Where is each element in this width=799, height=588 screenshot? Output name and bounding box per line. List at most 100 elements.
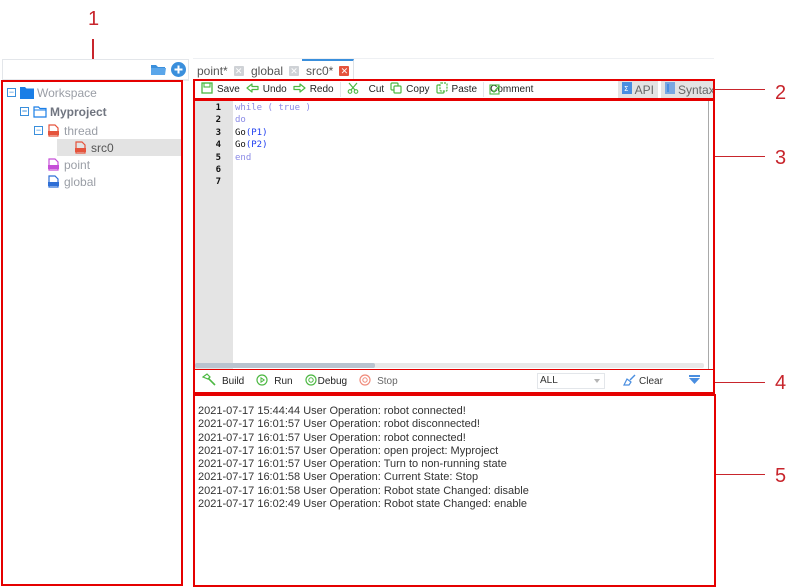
scissors-icon [347, 82, 359, 97]
undo-icon [246, 82, 259, 97]
api-button[interactable]: Σ API [617, 81, 658, 98]
chevron-down-icon [594, 379, 600, 383]
tab-src0[interactable]: src0* ✕ [302, 59, 355, 80]
collapse-toggle-icon[interactable]: − [34, 126, 43, 135]
api-book-icon: Σ [621, 82, 632, 97]
play-circle-icon [256, 373, 268, 389]
tab-label: point* [197, 63, 228, 78]
log-lines: 2021-07-17 15:44:44 User Operation: robo… [198, 405, 529, 511]
callout-3: 3 [775, 147, 787, 169]
svg-text:Σ: Σ [624, 85, 628, 93]
tree-item-label: src0 [91, 140, 114, 155]
point-file-icon [47, 158, 61, 171]
tree-item-point[interactable]: point [5, 156, 181, 173]
code-line[interactable]: do [235, 114, 708, 126]
line-number: 2 [215, 115, 221, 126]
code-line[interactable]: while ( true ) [235, 102, 708, 114]
tree-item-label: Workspace [37, 85, 97, 100]
tree-item-label: global [64, 174, 97, 189]
thread-file-icon [47, 124, 61, 137]
tree-item-label: point [64, 157, 91, 172]
toolbar-divider [483, 82, 485, 97]
workspace-folder-icon [20, 86, 34, 99]
build-button[interactable]: Build [201, 373, 244, 389]
comment-icon [489, 84, 501, 99]
code-area[interactable]: while ( true ) do Go(P1) Go(P2) end [235, 101, 708, 189]
project-folder-icon [33, 105, 47, 118]
log-line: 2021-07-17 16:01:58 User Operation: Robo… [198, 484, 529, 497]
code-token: Go [235, 140, 246, 151]
line-number: 5 [215, 152, 221, 163]
syntax-book-icon [665, 82, 675, 97]
stop-button[interactable]: Stop [359, 373, 398, 389]
callout-5-line [715, 474, 765, 475]
log-line: 2021-07-17 16:01:58 User Operation: Curr… [198, 471, 479, 484]
paste-button[interactable]: Paste [435, 82, 477, 97]
tree-item-global[interactable]: global [5, 173, 181, 190]
line-number-gutter: 1 23 456 7 [195, 101, 233, 369]
line-number: 6 [215, 164, 221, 175]
callout-5: 5 [775, 465, 787, 487]
code-token: Go [235, 127, 246, 138]
tree-item-myproject[interactable]: − Myproject [5, 103, 181, 120]
save-icon [201, 82, 213, 97]
code-line[interactable]: end [235, 152, 708, 164]
paste-icon [435, 82, 448, 97]
line-number: 3 [215, 127, 221, 138]
horizontal-scrollbar[interactable] [195, 363, 704, 368]
editor-toolbar: Save Undo Redo Cut Copy Paste Comment Σ … [193, 79, 715, 100]
log-output-panel[interactable]: 2021-07-17 15:44:44 User Operation: robo… [193, 394, 716, 587]
copy-button[interactable]: Copy [390, 82, 430, 97]
run-button[interactable]: Run [256, 373, 293, 389]
hammer-icon [201, 373, 216, 389]
scrollbar-thumb[interactable] [195, 363, 375, 368]
add-circle-icon[interactable] [171, 62, 186, 80]
debug-button[interactable]: Debug [305, 373, 347, 389]
line-number: 1 [215, 103, 221, 113]
log-line: 2021-07-17 16:01:57 User Operation: Turn… [198, 458, 507, 471]
log-line: 2021-07-17 16:01:57 User Operation: robo… [198, 418, 480, 431]
toolbar-divider [339, 82, 341, 97]
code-token: end [235, 152, 252, 163]
undo-button[interactable]: Undo [246, 82, 287, 97]
tab-point[interactable]: point* ✕ [193, 61, 249, 80]
log-line: 2021-07-17 15:44:44 User Operation: robo… [198, 405, 466, 417]
code-line[interactable]: Go(P1) [235, 127, 708, 139]
syntax-button[interactable]: Syntax [661, 81, 713, 98]
tree-item-workspace[interactable]: − Workspace [5, 84, 181, 101]
code-token: while ( true ) [235, 103, 311, 113]
comment-button[interactable]: Comment [489, 84, 533, 95]
collapse-toggle-icon[interactable]: − [7, 88, 16, 97]
code-editor[interactable]: 1234567 while ( true ) do Go(P1) Go(P2) end [193, 99, 715, 371]
save-button[interactable]: Save [201, 82, 240, 97]
redo-button[interactable]: Redo [293, 82, 334, 97]
source-file-icon [74, 141, 88, 154]
code-token: do [235, 115, 246, 126]
editor-tab-bar: point* ✕ global ✕ src0* ✕ [193, 58, 714, 80]
log-line: 2021-07-17 16:02:49 User Operation: Robo… [198, 498, 528, 511]
callout-3-line [715, 156, 765, 157]
close-icon[interactable]: ✕ [289, 65, 300, 76]
run-toolbar: Build Run Debug Stop ALL Clear [193, 370, 715, 394]
tree-item-src0[interactable]: src0 [57, 139, 181, 156]
broom-icon [622, 374, 636, 389]
collapse-log-icon[interactable] [689, 375, 700, 387]
debug-icon [305, 373, 317, 389]
global-file-icon [47, 175, 61, 188]
tab-label: src0* [306, 63, 334, 78]
log-line: 2021-07-17 16:01:57 User Operation: open… [198, 444, 499, 457]
tree-item-thread[interactable]: − thread [5, 122, 181, 139]
close-icon[interactable]: ✕ [339, 65, 350, 76]
open-folder-icon[interactable] [150, 63, 167, 79]
collapse-toggle-icon[interactable]: − [20, 107, 29, 116]
code-token: (P1) [245, 127, 268, 138]
code-line[interactable] [235, 176, 708, 188]
cut-button[interactable]: Cut [347, 82, 384, 97]
code-line[interactable]: Go(P2) [235, 139, 708, 151]
code-line[interactable] [235, 164, 708, 176]
tab-global[interactable]: global ✕ [247, 61, 305, 80]
clear-log-button[interactable]: Clear [622, 374, 663, 389]
log-filter-select[interactable]: ALL [537, 373, 605, 389]
copy-icon [390, 82, 402, 97]
close-icon[interactable]: ✕ [233, 65, 244, 76]
